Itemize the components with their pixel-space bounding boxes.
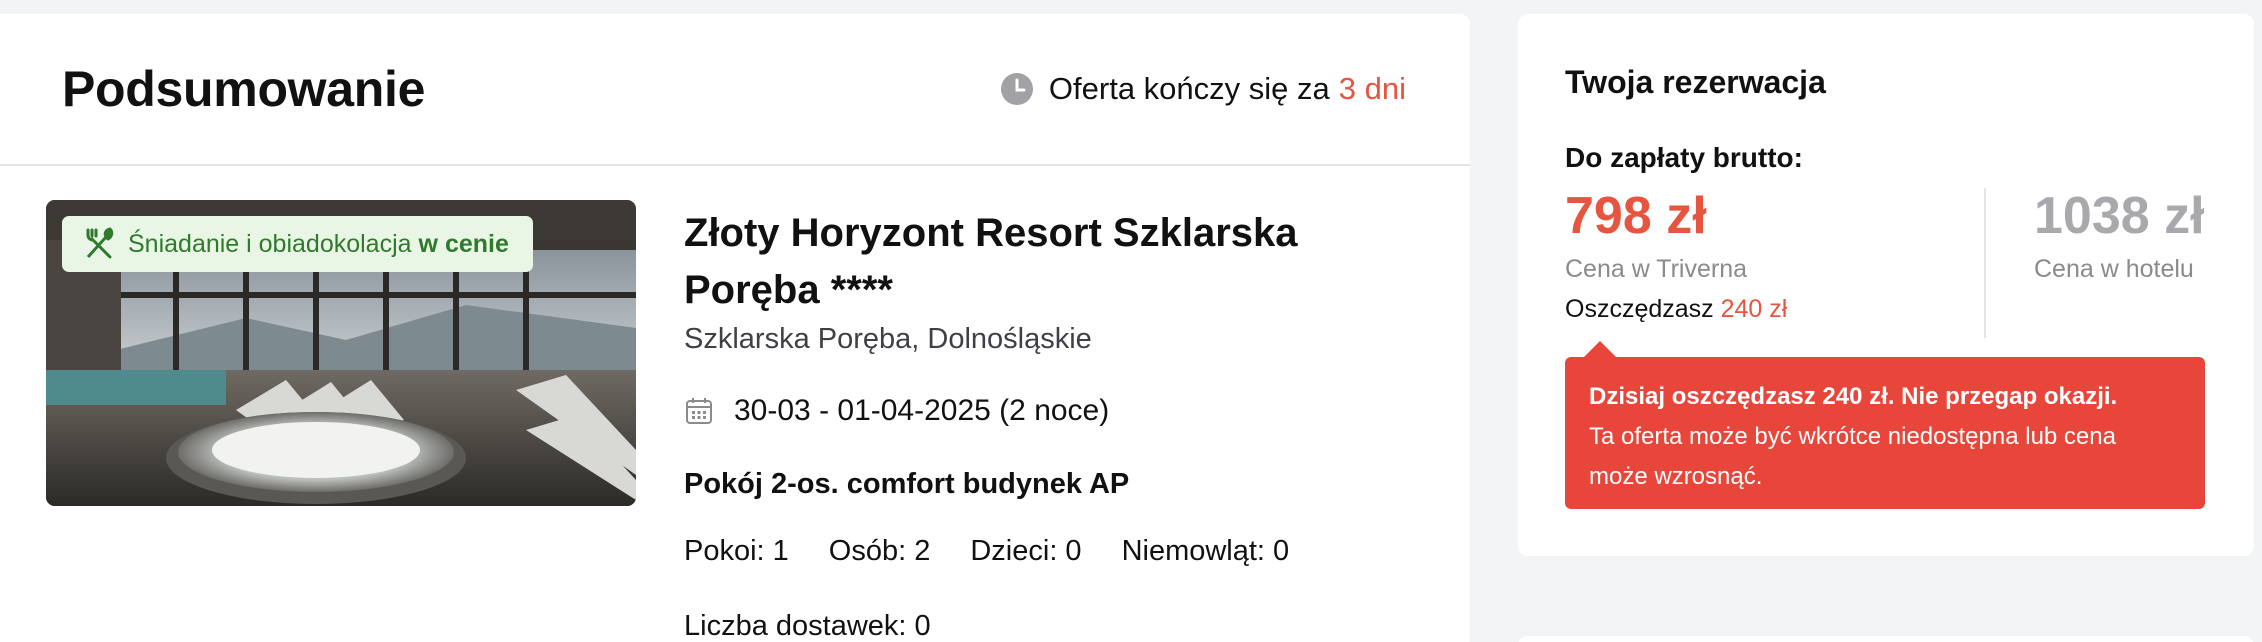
offer-timer-label: Oferta kończy się za xyxy=(1048,71,1330,106)
summary-header: Podsumowanie Oferta kończy się za 3 dni xyxy=(0,14,1470,166)
meal-badge-strong: w cenie xyxy=(418,229,509,258)
price-divider xyxy=(1984,188,1986,338)
booking-panel: Twoja rezerwacja Do zapłaty brutto: 798 … xyxy=(1518,14,2254,556)
meal-badge-text: Śniadanie i obiadokolacja xyxy=(128,229,412,258)
price-triverna: 798 zł xyxy=(1565,187,1707,245)
savings-alert-title: Dzisiaj oszczędzasz 240 zł. Nie przegap … xyxy=(1589,383,2118,410)
stay-dates-text: 30-03 - 01-04-2025 (2 noce) xyxy=(734,394,1110,427)
children-count: Dzieci: 0 xyxy=(970,535,1082,567)
hotel-photo[interactable]: Śniadanie i obiadokolacja w cenie xyxy=(46,200,636,506)
next-card xyxy=(1518,636,2254,642)
clock-icon xyxy=(1000,73,1033,105)
hotel-name[interactable]: Złoty Horyzont Resort Szklarska Poręba *… xyxy=(684,205,1444,319)
stay-dates: 30-03 - 01-04-2025 (2 noce) xyxy=(684,394,1444,428)
hotel-location: Szklarska Poręba, Dolnośląskie xyxy=(684,323,1092,355)
room-type: Pokój 2-os. comfort budynek AP xyxy=(684,468,1130,500)
price-hotel-caption: Cena w hotelu xyxy=(2034,255,2194,283)
savings-amount: 240 zł xyxy=(1720,295,1788,323)
guest-counts: Pokoi: 1 Osób: 2 Dzieci: 0 Niemowląt: 0 xyxy=(684,535,1444,568)
savings-label: Oszczędzasz xyxy=(1565,295,1714,323)
cutlery-icon xyxy=(82,227,116,261)
pay-label: Do zapłaty brutto: xyxy=(1565,142,1803,173)
persons-count: Osób: 2 xyxy=(828,535,931,567)
page-title: Podsumowanie xyxy=(62,61,426,117)
savings-alert-text: Ta oferta może być wkrótce niedostępna l… xyxy=(1589,423,2116,490)
hotel-details: Złoty Horyzont Resort Szklarska Poręba *… xyxy=(684,205,1444,642)
extra-beds-count: Liczba dostawek: 0 xyxy=(684,610,931,642)
rooms-count: Pokoi: 1 xyxy=(684,535,789,567)
savings-line: Oszczędzasz 240 zł xyxy=(1565,295,1787,324)
offer-days: 3 dni xyxy=(1338,71,1406,106)
meal-badge: Śniadanie i obiadokolacja w cenie xyxy=(62,216,533,272)
savings-alert: Dzisiaj oszczędzasz 240 zł. Nie przegap … xyxy=(1565,341,2205,509)
price-triverna-caption: Cena w Triverna xyxy=(1565,255,1748,283)
booking-title: Twoja rezerwacja xyxy=(1565,64,1826,100)
price-hotel: 1038 zł xyxy=(2034,187,2205,245)
calendar-icon xyxy=(684,396,714,426)
offer-timer: Oferta kończy się za 3 dni xyxy=(1000,71,1406,107)
infants-count: Niemowląt: 0 xyxy=(1121,535,1290,567)
